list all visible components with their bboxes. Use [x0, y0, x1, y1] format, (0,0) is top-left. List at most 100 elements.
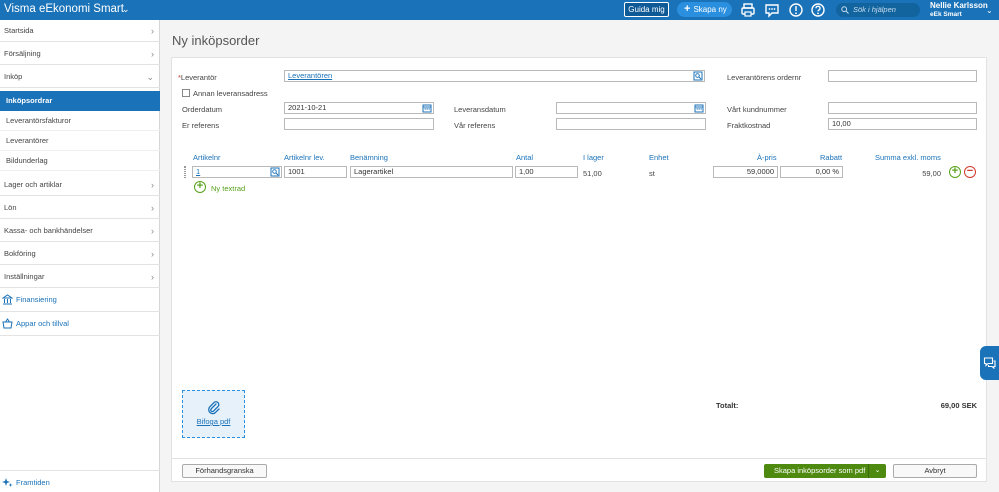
user-menu[interactable]: Nellie Karlsson eEk Smart: [930, 1, 988, 18]
supplier-article-no-field[interactable]: 1001: [284, 166, 347, 178]
sidebar-item-lon[interactable]: Lön ›: [0, 197, 160, 219]
col-description: Benämning: [350, 153, 388, 162]
search-icon: [841, 6, 849, 14]
plus-icon: +: [196, 180, 204, 192]
plus-icon: +: [684, 3, 691, 15]
sidebar-item-label: Inställningar: [4, 272, 45, 281]
chevron-down-icon: ⌄: [146, 72, 154, 82]
sidebar-item-label: Inköp: [4, 72, 23, 81]
chevron-right-icon: ›: [151, 180, 154, 190]
add-row-button[interactable]: +: [949, 166, 961, 178]
sidebar-item-installningar[interactable]: Inställningar ›: [0, 266, 160, 288]
customer-no-field[interactable]: [828, 102, 977, 114]
chevron-right-icon: ›: [151, 26, 154, 36]
bank-icon: [2, 294, 13, 305]
sidebar-subitem-inkopsordrar[interactable]: Inköpsordrar: [0, 91, 160, 111]
supplier-value[interactable]: Leverantören: [288, 71, 332, 80]
col-in-stock: I lager: [583, 153, 604, 162]
sidebar-subitem-leverantorsfakturor[interactable]: Leverantörsfakturor: [0, 111, 160, 131]
unit-price-field[interactable]: 59,0000: [713, 166, 778, 178]
user-company: eEk Smart: [930, 11, 962, 18]
sidebar-link-label: Finansiering: [16, 295, 57, 304]
supplier-field[interactable]: Leverantören: [284, 70, 705, 82]
sidebar-item-label: Lager och artiklar: [4, 180, 62, 189]
delivery-date-field[interactable]: [556, 102, 706, 114]
sidebar-item-lager[interactable]: Lager och artiklar ›: [0, 174, 160, 196]
add-text-row-button[interactable]: +: [194, 181, 206, 193]
sidebar-item-label: Leverantörsfakturor: [6, 116, 72, 125]
attach-pdf-dropzone[interactable]: Bifoga pdf: [182, 390, 245, 438]
support-chat-tab[interactable]: [980, 346, 999, 380]
help-search-input[interactable]: Sök i hjälpen: [836, 3, 920, 17]
chat-bubble-icon: [983, 357, 996, 369]
minus-icon: −: [966, 165, 974, 177]
remove-row-button[interactable]: −: [964, 166, 976, 178]
create-new-label: Skapa ny: [693, 5, 727, 14]
col-supplier-article-no: Artikelnr lev.: [284, 153, 325, 162]
sidebar-item-kassa[interactable]: Kassa- och bankhändelser ›: [0, 220, 160, 242]
order-date-value: 2021-10-21: [288, 103, 327, 112]
col-unit: Enhet: [649, 153, 669, 162]
sidebar-item-label: Lön: [4, 203, 17, 212]
supplier-label: *Leverantör: [178, 73, 217, 82]
attach-pdf-link[interactable]: Bifoga pdf: [183, 417, 244, 426]
freight-field[interactable]: 10,00: [828, 118, 977, 130]
create-pdf-label: Skapa inköpsorder som pdf: [774, 466, 866, 475]
sidebar-item-inkop[interactable]: Inköp ⌄: [0, 66, 160, 88]
discount-field[interactable]: 0,00 %: [780, 166, 843, 178]
chevron-down-icon[interactable]: ⌄: [986, 6, 993, 15]
freight-label: Fraktkostnad: [727, 121, 771, 130]
our-ref-field[interactable]: [556, 118, 706, 130]
sidebar-item-label: Startsida: [4, 26, 34, 35]
lookup-icon[interactable]: [693, 71, 703, 81]
chevron-down-icon[interactable]: ⌄: [122, 4, 130, 15]
calendar-icon[interactable]: [694, 103, 704, 113]
app-title[interactable]: Visma eEkonomi Smart: [4, 3, 124, 15]
drag-handle-icon[interactable]: [184, 166, 186, 178]
help-icon[interactable]: [810, 2, 826, 18]
create-pdf-button[interactable]: Skapa inköpsorder som pdf ⌄: [764, 464, 886, 478]
col-sum: Summa exkl. moms: [875, 153, 941, 162]
sidebar-item-label: Inköpsordrar: [6, 96, 53, 105]
description-field[interactable]: Lagerartikel: [350, 166, 513, 178]
cancel-button[interactable]: Avbryt: [893, 464, 977, 478]
sidebar-link-appar[interactable]: Appar och tillval: [0, 312, 160, 336]
article-no-field[interactable]: 1: [192, 166, 282, 178]
chevron-right-icon: ›: [151, 203, 154, 213]
sidebar-item-label: Kassa- och bankhändelser: [4, 226, 93, 235]
create-new-button[interactable]: + Skapa ny: [677, 2, 732, 17]
sidebar-subitem-leverantorer[interactable]: Leverantörer: [0, 131, 160, 151]
other-address-label: Annan leveransadress: [193, 89, 268, 98]
page-title: Ny inköpsorder: [172, 33, 260, 48]
preview-button[interactable]: Förhandsgranska: [182, 464, 267, 478]
order-date-label: Orderdatum: [182, 105, 223, 114]
lookup-icon[interactable]: [270, 167, 280, 177]
our-ref-label: Vår referens: [454, 121, 496, 130]
add-text-row-label[interactable]: Ny textrad: [211, 184, 245, 193]
alert-icon[interactable]: [788, 2, 804, 18]
user-name: Nellie Karlsson: [930, 1, 988, 10]
guide-button[interactable]: Guida mig: [624, 2, 669, 17]
col-quantity: Antal: [516, 153, 534, 162]
other-address-checkbox[interactable]: [182, 89, 190, 97]
supplier-order-no-field[interactable]: [828, 70, 977, 82]
chat-icon[interactable]: [764, 2, 780, 18]
col-article-no: Artikelnr: [193, 153, 221, 162]
total-label: Totalt:: [716, 401, 739, 410]
basket-icon: [2, 318, 13, 329]
sidebar-item-label: Försäljning: [4, 49, 41, 58]
order-date-field[interactable]: 2021-10-21: [284, 102, 434, 114]
sidebar-item-forsaljning[interactable]: Försäljning ›: [0, 43, 160, 65]
quantity-field[interactable]: 1,00: [515, 166, 578, 178]
delivery-date-label: Leveransdatum: [454, 105, 506, 114]
sidebar-subitem-bildunderlag[interactable]: Bildunderlag: [0, 151, 160, 171]
sidebar-link-finansiering[interactable]: Finansiering: [0, 288, 160, 312]
sidebar-item-startsida[interactable]: Startsida ›: [0, 20, 160, 42]
print-icon[interactable]: [740, 2, 756, 18]
your-ref-label: Er referens: [182, 121, 220, 130]
calendar-icon[interactable]: [422, 103, 432, 113]
your-ref-field[interactable]: [284, 118, 434, 130]
sidebar-link-framtiden[interactable]: Framtiden: [0, 470, 160, 492]
sidebar-item-bokforing[interactable]: Bokföring ›: [0, 243, 160, 265]
chevron-down-icon[interactable]: ⌄: [868, 464, 886, 478]
